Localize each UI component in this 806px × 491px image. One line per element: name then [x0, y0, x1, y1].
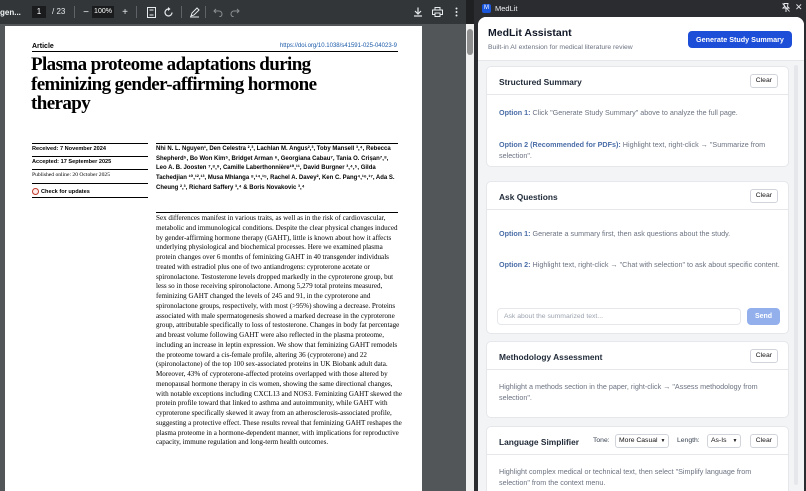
published-date: Published online: 20 October 2025 — [32, 172, 110, 178]
card-header: Structured Summary Clear — [487, 67, 788, 95]
panel-scrollbar[interactable] — [794, 65, 798, 485]
received-date: Received: 7 November 2024 — [32, 146, 107, 152]
toolbar-divider — [205, 6, 206, 18]
clear-methodology-button[interactable]: Clear — [749, 349, 778, 363]
summary-option-1: Option 1: Click "Generate Study Summary"… — [499, 108, 784, 119]
length-label: Length: — [677, 437, 700, 444]
pdf-toolbar: gen... 1 / 23 − 100% + — [0, 0, 466, 24]
card-header: Ask Questions Clear — [487, 182, 788, 210]
option-label: Option 2 (Recommended for PDFs): — [499, 140, 621, 149]
ask-questions-card: Ask Questions Clear Option 1: Generate a… — [486, 181, 789, 334]
option-label: Option 2: — [499, 260, 531, 269]
card-title: Language Simplifier — [499, 437, 580, 447]
extension-header: MedLit Assistant Built-in AI extension f… — [478, 17, 804, 61]
check-updates-icon — [32, 188, 39, 195]
check-updates-label: Check for updates — [41, 188, 90, 195]
print-icon[interactable] — [429, 4, 445, 20]
card-title: Methodology Assessment — [499, 352, 603, 362]
methodology-card: Methodology Assessment Clear Highlight a… — [486, 341, 789, 418]
question-input[interactable]: Ask about the summarized text... — [497, 308, 741, 325]
abstract-text: Sex differences manifest in various trai… — [156, 214, 402, 447]
ask-option-2: Option 2: Highlight text, right-click → … — [499, 260, 784, 271]
card-title: Ask Questions — [499, 192, 558, 202]
side-panel-titlebar: M MedLit ✕ — [474, 0, 806, 17]
side-panel-name: MedLit — [495, 4, 518, 13]
check-for-updates-link[interactable]: Check for updates — [32, 188, 90, 195]
redo-icon[interactable] — [227, 4, 243, 20]
clear-chat-button[interactable]: Clear — [749, 189, 778, 203]
accepted-date: Accepted: 17 September 2025 — [32, 159, 112, 165]
option-text: Click "Generate Study Summary" above to … — [530, 108, 738, 117]
page-total: / 23 — [52, 7, 66, 16]
simplifier-instructions: Highlight complex medical or technical t… — [499, 467, 752, 487]
option-text: Generate a summary first, then ask quest… — [530, 229, 731, 238]
meta-rule — [32, 169, 148, 170]
meta-rule — [32, 156, 148, 157]
annotate-pen-icon[interactable] — [186, 4, 202, 20]
tone-value: More Casual — [619, 437, 658, 444]
card-title: Structured Summary — [499, 77, 582, 87]
pdf-page[interactable]: Article https://doi.org/10.1038/s41591-0… — [5, 26, 422, 491]
length-value: As-Is — [711, 437, 727, 444]
structured-summary-card: Structured Summary Clear Option 1: Click… — [486, 66, 789, 167]
rotate-icon[interactable] — [160, 4, 176, 20]
card-header: Language Simplifier Tone: More Casual ▼ L… — [487, 427, 788, 455]
authors-rule — [156, 143, 398, 144]
extension-side-panel: M MedLit ✕ MedLit Assistant Built-in AI … — [474, 0, 806, 491]
article-type-label: Article — [32, 43, 54, 50]
pdf-canvas[interactable]: Article https://doi.org/10.1038/s41591-0… — [0, 24, 466, 491]
toolbar-divider — [74, 6, 75, 18]
option-text: Highlight text, right-click → "Chat with… — [530, 260, 780, 269]
toolbar-divider — [181, 6, 182, 18]
meta-rule — [32, 197, 148, 198]
tone-label: Tone: — [593, 437, 610, 444]
toolbar-divider — [136, 6, 137, 18]
app-title: MedLit Assistant — [488, 27, 572, 39]
clear-simplifier-button[interactable]: Clear — [749, 434, 778, 448]
chevron-down-icon: ▼ — [660, 438, 666, 444]
undo-icon[interactable] — [210, 4, 226, 20]
extension-body: MedLit Assistant Built-in AI extension f… — [478, 17, 804, 491]
ask-option-1: Option 1: Generate a summary first, then… — [499, 229, 784, 240]
option-label: Option 1: — [499, 229, 531, 238]
fit-page-icon[interactable] — [143, 4, 159, 20]
screen: gen... 1 / 23 − 100% + Article https://d… — [0, 0, 806, 491]
header-rule — [32, 51, 398, 52]
zoom-input[interactable]: 100% — [92, 6, 114, 18]
article-title: Plasma proteome adaptations during femin… — [31, 54, 317, 114]
generate-summary-button[interactable]: Generate Study Summary — [688, 31, 792, 48]
doi-link[interactable]: https://doi.org/10.1038/s41591-025-04023… — [280, 43, 397, 49]
language-simplifier-card: Language Simplifier Tone: More Casual ▼ L… — [486, 426, 789, 491]
tone-select[interactable]: More Casual ▼ — [615, 434, 670, 448]
meta-rule — [32, 143, 148, 144]
medlit-logo-icon: M — [482, 4, 491, 13]
zoom-in-button[interactable]: + — [117, 4, 133, 20]
pin-icon[interactable] — [781, 3, 791, 14]
pdf-scroll-thumb[interactable] — [467, 29, 473, 55]
card-header: Methodology Assessment Clear — [487, 342, 788, 370]
download-icon[interactable] — [410, 4, 426, 20]
close-panel-icon[interactable]: ✕ — [795, 2, 803, 13]
option-label: Option 1: — [499, 108, 531, 117]
methodology-instructions: Highlight a methods section in the paper… — [499, 382, 758, 402]
page-number-input[interactable]: 1 — [32, 6, 46, 18]
more-options-icon[interactable] — [448, 4, 464, 20]
clear-summary-button[interactable]: Clear — [749, 74, 778, 88]
meta-rule — [32, 183, 148, 184]
app-subtitle: Built-in AI extension for medical litera… — [488, 44, 633, 51]
pdf-file-name: gen... — [0, 8, 21, 17]
length-select[interactable]: As-Is ▼ — [707, 434, 742, 448]
chevron-down-icon: ▼ — [732, 438, 738, 444]
authors-rule — [156, 212, 398, 213]
author-list: Nhi N. L. Nguyen¹, Den Celestra ²,³, Lac… — [156, 146, 395, 191]
summary-option-2: Option 2 (Recommended for PDFs): Highlig… — [499, 140, 784, 161]
pdf-scrollbar[interactable] — [466, 24, 474, 491]
send-button[interactable]: Send — [747, 308, 780, 325]
